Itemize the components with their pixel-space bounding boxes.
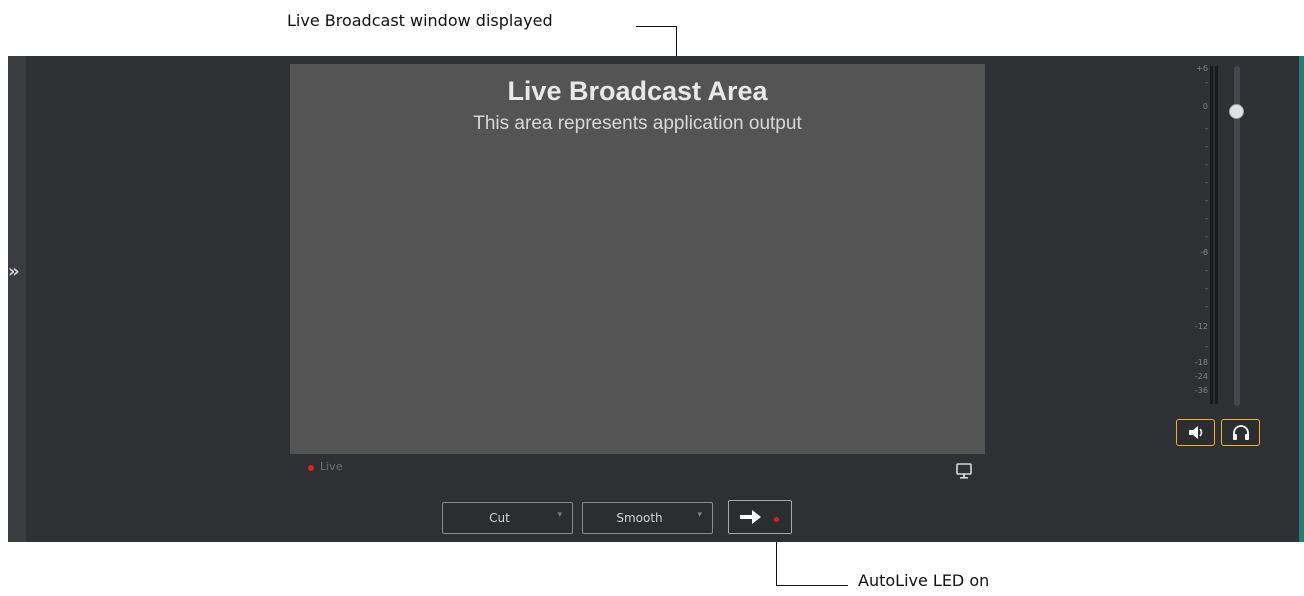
audio-meter-right — [1215, 66, 1218, 404]
meter-tick-label: - — [1205, 342, 1208, 351]
annotation-top: Live Broadcast window displayed — [287, 11, 553, 30]
arrow-right-icon — [740, 510, 761, 524]
meter-tick-label: - — [1205, 160, 1208, 169]
autolive-led — [774, 517, 779, 522]
live-indicator-led — [308, 465, 314, 471]
meter-tick-label: - — [1205, 178, 1208, 187]
transition-speed-value: Smooth — [616, 511, 663, 525]
meter-tick-label: - — [1205, 124, 1208, 133]
speaker-icon — [1189, 426, 1203, 439]
chevron-down-icon: ▾ — [557, 510, 562, 520]
callout-line-bottom-horizontal — [776, 585, 848, 586]
meter-tick-label: -6 — [1200, 248, 1208, 257]
meter-tick-label: -36 — [1194, 386, 1208, 395]
callout-line-bottom-vertical — [776, 536, 777, 586]
monitor-icon[interactable] — [955, 462, 973, 480]
audio-meter-left — [1210, 66, 1213, 404]
annotation-bottom: AutoLive LED on — [858, 571, 990, 590]
left-sidebar-strip — [8, 56, 26, 542]
preview-subtitle: This area represents application output — [473, 113, 802, 134]
meter-tick-label: - — [1205, 214, 1208, 223]
live-broadcast-area: Live Broadcast Area This area represents… — [290, 64, 985, 454]
meter-tick-label: - — [1205, 302, 1208, 311]
meter-tick-label: +6 — [1196, 64, 1208, 73]
headphones-icon — [1233, 425, 1249, 440]
meter-tick-label: - — [1205, 232, 1208, 241]
callout-line-top-horizontal — [636, 26, 677, 27]
meter-tick-label: -24 — [1194, 372, 1208, 381]
preview-title: Live Broadcast Area — [507, 76, 768, 106]
volume-fader-knob[interactable] — [1229, 103, 1244, 119]
meter-tick-label: - — [1205, 196, 1208, 205]
chevron-right-icon[interactable]: » — [8, 262, 24, 282]
chevron-down-icon: ▾ — [697, 510, 702, 520]
headphones-button[interactable] — [1221, 419, 1260, 446]
audio-meter-scale: +6-0- - - - - - - - -6- - - -12- -18 -24 -36 — [1170, 64, 1208, 404]
speaker-button[interactable] — [1176, 419, 1215, 446]
transition-type-dropdown[interactable]: Cut ▾ — [442, 502, 573, 534]
meter-tick-label: - — [1205, 142, 1208, 151]
transition-type-value: Cut — [489, 511, 510, 525]
live-label: Live — [320, 460, 343, 473]
meter-tick-label: -18 — [1194, 358, 1208, 367]
panel-right-edge — [1299, 56, 1304, 542]
meter-tick-label: - — [1205, 284, 1208, 293]
meter-tick-label: 0 — [1202, 102, 1208, 111]
meter-tick-label: -12 — [1194, 322, 1208, 331]
meter-tick-label: - — [1205, 78, 1208, 87]
transition-speed-dropdown[interactable]: Smooth ▾ — [582, 502, 713, 534]
meter-tick-label: - — [1205, 266, 1208, 275]
take-autolive-button[interactable] — [728, 500, 792, 534]
